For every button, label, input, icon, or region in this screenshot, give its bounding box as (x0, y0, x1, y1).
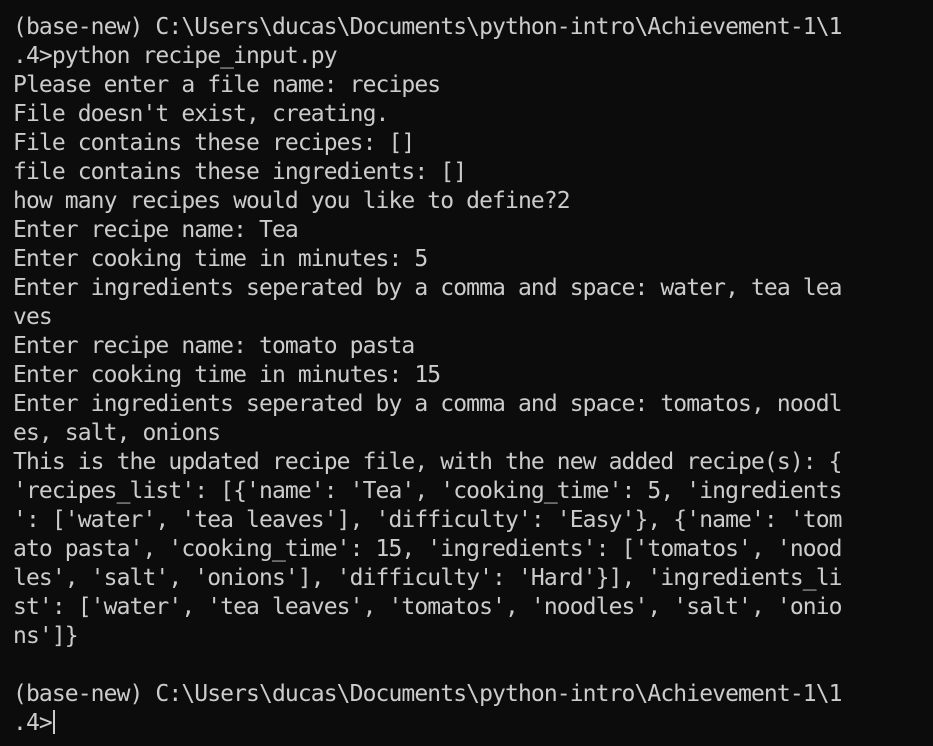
terminal-line: (base-new) C:\Users\ducas\Documents\pyth… (13, 681, 843, 707)
terminal-line: ': ['water', 'tea leaves'], 'difficulty'… (13, 507, 843, 533)
prompt-line[interactable]: .4> (13, 709, 933, 738)
terminal-line: Enter recipe name: Tea (13, 217, 299, 243)
terminal-window[interactable]: (base-new) C:\Users\ducas\Documents\pyth… (0, 0, 933, 746)
terminal-line: Enter ingredients seperated by a comma a… (13, 275, 843, 301)
terminal-line: .4>python recipe_input.py (13, 43, 338, 69)
terminal-line: file contains these ingredients: [] (13, 159, 467, 185)
terminal-line: Please enter a file name: recipes (13, 72, 441, 98)
terminal-line: Enter recipe name: tomato pasta (13, 333, 415, 359)
text-cursor (52, 710, 55, 734)
terminal-line: File contains these recipes: [] (13, 130, 415, 156)
terminal-line: les', 'salt', 'onions'], 'difficulty': '… (13, 565, 843, 591)
terminal-line: ves (13, 304, 53, 330)
terminal-line: Enter cooking time in minutes: 5 (13, 246, 428, 272)
terminal-line: This is the updated recipe file, with th… (13, 449, 843, 475)
terminal-line: how many recipes would you like to defin… (13, 188, 571, 214)
terminal-line: (base-new) C:\Users\ducas\Documents\pyth… (13, 14, 843, 40)
terminal-line: st': ['water', 'tea leaves', 'tomatos', … (13, 594, 843, 620)
terminal-line: Enter cooking time in minutes: 15 (13, 362, 441, 388)
prompt-text: .4> (13, 710, 53, 736)
terminal-line: ns']} (13, 623, 79, 649)
terminal-line: File doesn't exist, creating. (13, 101, 389, 127)
terminal-line: ato pasta', 'cooking_time': 15, 'ingredi… (13, 536, 843, 562)
terminal-line: Enter ingredients seperated by a comma a… (13, 391, 843, 417)
terminal-line: es, salt, onions (13, 420, 221, 446)
terminal-line: 'recipes_list': [{'name': 'Tea', 'cookin… (13, 478, 843, 504)
